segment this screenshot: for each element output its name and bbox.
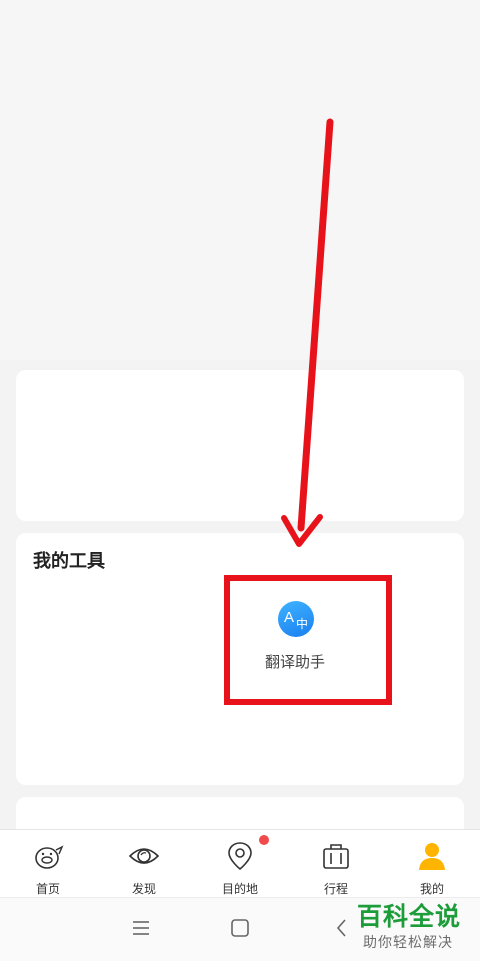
home-square-icon[interactable] bbox=[228, 916, 252, 940]
back-icon[interactable] bbox=[330, 916, 354, 940]
tab-itinerary[interactable]: 行程 bbox=[288, 830, 384, 897]
location-pin-icon bbox=[228, 842, 252, 871]
red-arrow-annotation bbox=[281, 118, 334, 547]
menu-icon[interactable] bbox=[129, 916, 153, 940]
tab-discover[interactable]: 发现 bbox=[96, 830, 269, 897]
eye-icon bbox=[128, 848, 160, 864]
tab-mine[interactable]: 我的 bbox=[384, 830, 480, 897]
tab-label: 目的地 bbox=[221, 882, 258, 896]
tab-label: 发现 bbox=[131, 882, 156, 896]
bottom-tab-bar: 首页 发现 目的地 行程 我的 bbox=[0, 829, 480, 897]
watermark-subtitle: 助你轻松解决 bbox=[363, 935, 453, 951]
tab-label: 行程 bbox=[323, 882, 348, 896]
pig-icon bbox=[35, 845, 64, 869]
suitcase-icon bbox=[323, 844, 349, 869]
tab-label: 首页 bbox=[35, 882, 60, 896]
user-icon bbox=[419, 843, 445, 870]
watermark-title: 百科全说 bbox=[357, 902, 462, 931]
tab-label: 我的 bbox=[419, 882, 444, 896]
tab-destination[interactable]: 目的地 bbox=[192, 830, 288, 897]
tab-home[interactable]: 首页 bbox=[0, 830, 96, 897]
